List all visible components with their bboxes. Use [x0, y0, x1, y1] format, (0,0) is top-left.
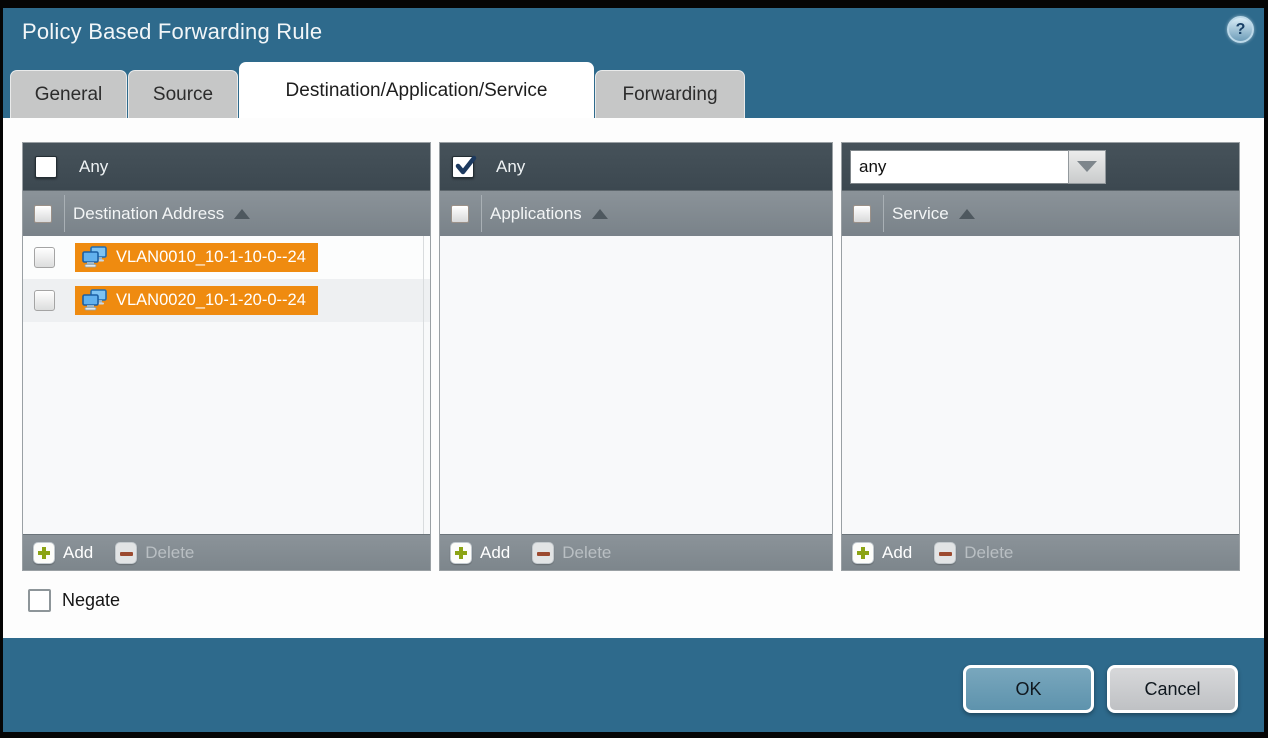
minus-icon [532, 542, 554, 564]
sort-ascending-icon [234, 209, 250, 219]
negate-label: Negate [62, 590, 120, 611]
applications-footer: Add Delete [440, 534, 832, 570]
chevron-down-icon [1077, 161, 1097, 172]
scrollbar-track[interactable] [423, 236, 424, 534]
add-button[interactable]: Add [33, 542, 93, 564]
service-panel: any Service Add [841, 142, 1240, 571]
add-label: Add [63, 543, 93, 563]
tab-destination-application-service[interactable]: Destination/Application/Service [239, 62, 594, 118]
add-label: Add [882, 543, 912, 563]
service-column-title: Service [892, 204, 949, 224]
destination-any-label: Any [79, 157, 108, 177]
applications-list [440, 236, 832, 534]
destination-address-column-header[interactable]: Destination Address [23, 190, 430, 236]
cancel-button[interactable]: Cancel [1107, 665, 1238, 713]
tab-source[interactable]: Source [128, 70, 238, 118]
negate-checkbox[interactable] [28, 589, 51, 612]
tab-general[interactable]: General [10, 70, 127, 118]
column-separator [481, 195, 482, 232]
service-list [842, 236, 1239, 534]
table-row[interactable]: VLAN0020_10-1-20-0--24 [23, 279, 430, 322]
address-object-icon [81, 246, 108, 269]
applications-any-checkbox[interactable] [452, 156, 474, 178]
delete-label: Delete [964, 543, 1013, 563]
address-object-chip[interactable]: VLAN0010_10-1-10-0--24 [75, 243, 318, 272]
applications-column-header[interactable]: Applications [440, 190, 832, 236]
service-footer: Add Delete [842, 534, 1239, 570]
add-button[interactable]: Add [450, 542, 510, 564]
applications-panel: Any Applications Add Delete [439, 142, 833, 571]
help-icon[interactable]: ? [1227, 16, 1254, 43]
address-object-label: VLAN0020_10-1-20-0--24 [116, 291, 306, 310]
row-checkbox[interactable] [34, 247, 55, 268]
service-dropdown-button[interactable] [1068, 150, 1106, 184]
destination-any-bar: Any [23, 143, 430, 190]
add-button[interactable]: Add [852, 542, 912, 564]
destination-column-title: Destination Address [73, 204, 224, 224]
dialog-background: Policy Based Forwarding Rule ? General S… [3, 8, 1264, 732]
table-row[interactable]: VLAN0010_10-1-10-0--24 [23, 236, 430, 279]
service-dropdown[interactable]: any [850, 150, 1106, 184]
column-separator [64, 195, 65, 232]
delete-button[interactable]: Delete [532, 542, 611, 564]
checkmark-icon [454, 154, 478, 178]
destination-footer: Add Delete [23, 534, 430, 570]
dialog-title: Policy Based Forwarding Rule [22, 19, 322, 45]
policy-forwarding-dialog: Policy Based Forwarding Rule ? General S… [0, 0, 1268, 738]
address-object-icon [81, 289, 108, 312]
sort-ascending-icon [592, 209, 608, 219]
delete-button[interactable]: Delete [934, 542, 1013, 564]
minus-icon [115, 542, 137, 564]
sort-ascending-icon [959, 209, 975, 219]
tab-content-area: Any Destination Address [3, 118, 1264, 638]
service-dropdown-value[interactable]: any [850, 150, 1068, 184]
tab-forwarding[interactable]: Forwarding [595, 70, 745, 118]
destination-address-panel: Any Destination Address [22, 142, 431, 571]
destination-select-all-checkbox[interactable] [34, 205, 52, 223]
applications-column-title: Applications [490, 204, 582, 224]
column-separator [883, 195, 884, 232]
add-label: Add [480, 543, 510, 563]
ok-button[interactable]: OK [963, 665, 1094, 713]
row-checkbox[interactable] [34, 290, 55, 311]
plus-icon [852, 542, 874, 564]
plus-icon [33, 542, 55, 564]
applications-any-bar: Any [440, 143, 832, 190]
destination-address-list: VLAN0010_10-1-10-0--24 [23, 236, 430, 534]
delete-label: Delete [562, 543, 611, 563]
delete-button[interactable]: Delete [115, 542, 194, 564]
service-dropdown-bar: any [842, 143, 1239, 190]
applications-any-label: Any [496, 157, 525, 177]
minus-icon [934, 542, 956, 564]
negate-control[interactable]: Negate [28, 589, 120, 612]
service-select-all-checkbox[interactable] [853, 205, 871, 223]
service-column-header[interactable]: Service [842, 190, 1239, 236]
address-object-chip[interactable]: VLAN0020_10-1-20-0--24 [75, 286, 318, 315]
delete-label: Delete [145, 543, 194, 563]
plus-icon [450, 542, 472, 564]
address-object-label: VLAN0010_10-1-10-0--24 [116, 248, 306, 267]
destination-any-checkbox[interactable] [35, 156, 57, 178]
applications-select-all-checkbox[interactable] [451, 205, 469, 223]
